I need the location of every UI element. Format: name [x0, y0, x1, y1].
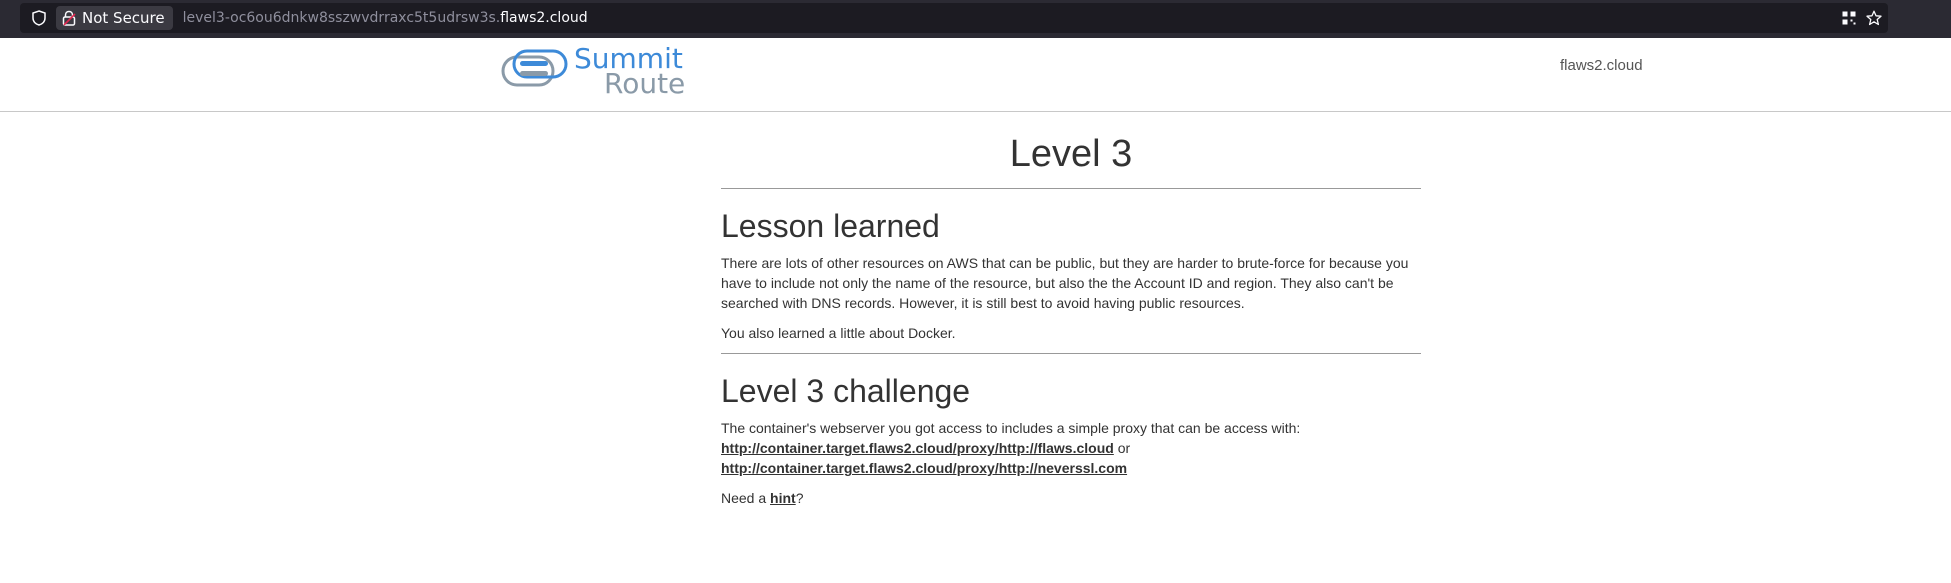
- page-title: Level 3: [1009, 133, 1133, 175]
- divider: [721, 352, 1421, 354]
- lesson-heading: Lesson learned: [721, 207, 940, 244]
- url-actions: [1842, 3, 1882, 33]
- browser-toolbar: Not Secure level3-oc6ou6dnkw8sszwvdrraxc…: [0, 0, 1951, 38]
- not-secure-badge[interactable]: Not Secure: [56, 6, 173, 30]
- summit-route-logo[interactable]: Summit Route: [500, 44, 685, 98]
- url-text[interactable]: level3-oc6ou6dnkw8sszwvdrraxc5t5udrsw3s.…: [183, 10, 588, 26]
- divider: [721, 187, 1421, 189]
- hint-suffix: ?: [795, 490, 804, 507]
- challenge-paragraph: The container's webserver you got access…: [721, 418, 1421, 478]
- address-bar[interactable]: Not Secure level3-oc6ou6dnkw8sszwvdrraxc…: [20, 3, 1888, 33]
- or-text: or: [1113, 440, 1131, 457]
- challenge-heading: Level 3 challenge: [721, 372, 971, 409]
- url-prefix: level3-oc6ou6dnkw8sszwvdrraxc5t5udrsw3s.: [182, 10, 501, 26]
- shield-icon[interactable]: [24, 3, 54, 33]
- hint-link[interactable]: hint: [770, 490, 796, 506]
- proxy-link-neverssl[interactable]: http://container.target.flaws2.cloud/pro…: [721, 460, 1127, 476]
- url-domain: flaws2.cloud: [500, 10, 588, 26]
- site-header: Summit Route flaws2.cloud: [0, 38, 1951, 112]
- security-label: Not Secure: [82, 9, 165, 27]
- lesson-paragraph: There are lots of other resources on AWS…: [721, 254, 1409, 311]
- main-content: Level 3 Lesson learned There are lots of…: [721, 113, 1421, 508]
- star-icon[interactable]: [1866, 10, 1882, 26]
- nav-link-flaws2[interactable]: flaws2.cloud: [1560, 57, 1643, 74]
- summit-route-logo-mark: [501, 49, 568, 87]
- docker-paragraph: You also learned a little about Docker.: [721, 324, 956, 341]
- lock-warning-icon: [62, 10, 76, 26]
- hint-prefix: Need a: [721, 490, 771, 507]
- hint-paragraph: Need a hint?: [721, 488, 1421, 508]
- challenge-intro: The container's webserver you got access…: [721, 420, 1301, 437]
- proxy-link-flaws[interactable]: http://container.target.flaws2.cloud/pro…: [721, 440, 1114, 456]
- qr-code-icon[interactable]: [1842, 11, 1856, 25]
